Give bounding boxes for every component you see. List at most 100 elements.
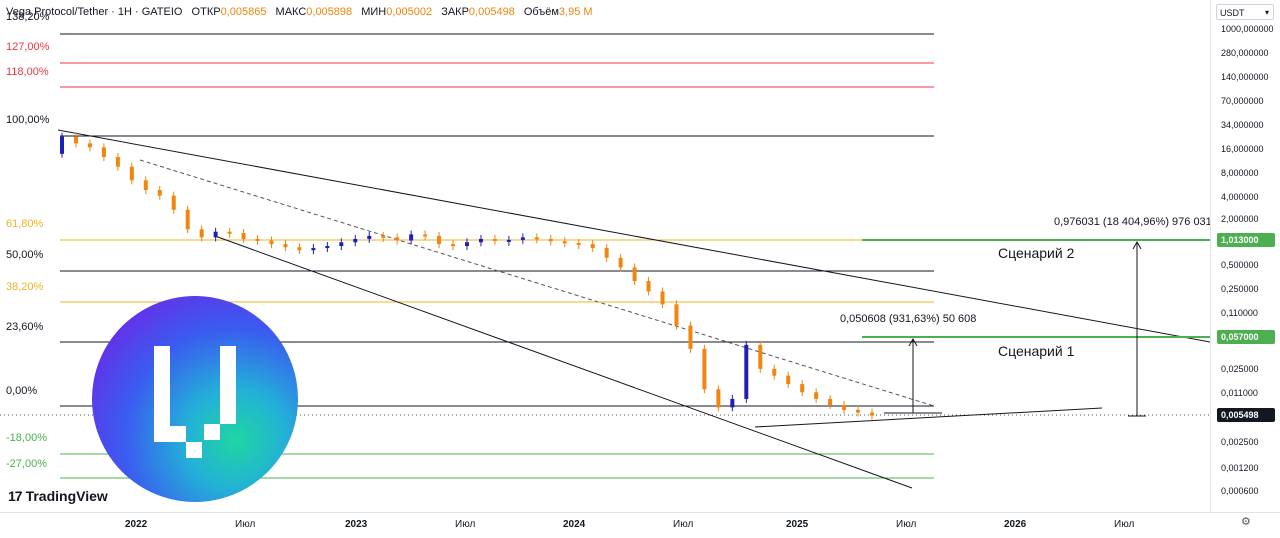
candle-body [115, 157, 120, 167]
candle-body [618, 257, 623, 268]
time-axis-label: Июл [673, 519, 693, 530]
price-axis-label: 16,000000 [1221, 144, 1264, 154]
support-trendline [754, 407, 1103, 428]
fib-label: 50,00% [6, 249, 44, 261]
chevron-down-icon: ▾ [1264, 8, 1269, 17]
tradingview-mark-icon: 17 [8, 488, 23, 504]
candle-body [269, 240, 274, 245]
measure-label-1: 0,050608 (931,63%) 50 608 [840, 313, 976, 325]
close-label: ЗАКР [441, 6, 469, 18]
price-axis-label: 4,000000 [1221, 192, 1259, 202]
candle-body [465, 242, 469, 247]
price-axis-label: 0,250000 [1221, 284, 1259, 294]
candle-body [772, 368, 777, 376]
high-value: 0,005898 [306, 6, 353, 18]
price-axis-label: 1000,000000 [1221, 24, 1274, 34]
price-axis-label: 0,025000 [1221, 364, 1259, 374]
candle-body [870, 412, 874, 416]
time-axis[interactable]: 2022 Июл 2023 Июл 2024 Июл 2025 Июл 2026 Июл [0, 512, 1280, 533]
fib-label: 61,80% [6, 218, 44, 230]
candle-body [60, 136, 64, 154]
price-axis-labels: 1000,000000 280,000000 140,000000 70,000000… [1217, 24, 1275, 496]
price-axis-label: 0,002500 [1221, 437, 1259, 447]
candle-body [800, 384, 805, 393]
candle-body [143, 180, 148, 190]
candle-body [409, 234, 414, 241]
price-axis-label: 8,000000 [1221, 168, 1259, 178]
time-axis-label: Июл [1114, 519, 1134, 530]
candle-body [367, 235, 372, 239]
candle-body [814, 392, 819, 399]
candle-body [437, 235, 442, 245]
gear-icon[interactable]: ⚙ [1241, 516, 1253, 528]
candle-body [492, 238, 497, 241]
price-mark-label: 0,057000 [1221, 332, 1259, 342]
candle-body [381, 235, 386, 238]
fib-label: -27,00% [6, 458, 47, 470]
volume-label: Объём [523, 6, 559, 18]
time-axis-labels: 2022 Июл 2023 Июл 2024 Июл 2025 Июл 2026 Июл [125, 519, 1134, 530]
candle-body [562, 241, 567, 244]
price-axis-label: 280,000000 [1221, 48, 1269, 58]
vega-protocol-logo [92, 296, 298, 502]
scenario-1-label: Сценарий 1 [998, 343, 1075, 359]
candle-body [590, 244, 595, 249]
time-axis-label: Июл [235, 519, 255, 530]
candle-body [171, 195, 176, 210]
candle-body [674, 304, 679, 326]
low-label: МИН [361, 6, 387, 18]
price-mark-label: 1,013000 [1221, 235, 1259, 245]
candle-body [325, 246, 330, 249]
price-axis-label: 140,000000 [1221, 72, 1269, 82]
price-axis[interactable]: 1000,000000 280,000000 140,000000 70,000000… [1210, 0, 1280, 512]
fib-label: 23,60% [6, 321, 44, 333]
symbol-title[interactable]: Vega Protocol/Tether · 1H · GATEIO [6, 6, 182, 18]
candle-body [548, 238, 553, 242]
price-mark-label: 0,005498 [1221, 410, 1259, 420]
fib-label: 0,00% [6, 385, 37, 397]
candle-body [227, 231, 232, 234]
candle-body [534, 237, 539, 240]
chart-legend: Vega Protocol/Tether · 1H · GATEIO ОТКР 0… [6, 6, 593, 18]
scenario-2-label: Сценарий 2 [998, 245, 1075, 261]
candle-body [213, 231, 218, 238]
candle-body [297, 247, 302, 251]
price-axis-label: 2,000000 [1221, 214, 1259, 224]
measure-label-2: 0,976031 (18 404,96%) 976 031 [1054, 216, 1210, 228]
candle-body [101, 147, 106, 158]
candle-body [423, 234, 428, 237]
candle-body [576, 243, 581, 246]
open-label: ОТКР [191, 6, 221, 18]
candle-body [87, 143, 92, 148]
currency-select-value: USDT [1220, 8, 1245, 18]
candle-body [842, 405, 847, 410]
candle-body [828, 398, 833, 406]
tradingview-logo[interactable]: 17 TradingView [8, 488, 108, 504]
candle-body [646, 281, 651, 292]
candle-body [702, 348, 707, 390]
volume-value: 3,95 M [558, 6, 593, 18]
candle-body [604, 248, 609, 258]
candle-body [353, 238, 358, 243]
candle-body [73, 136, 78, 144]
high-label: МАКС [275, 6, 307, 18]
candle-body [129, 166, 134, 181]
candle-body [632, 267, 637, 282]
candle-body [311, 248, 316, 251]
tradingview-logo-text: TradingView [25, 488, 108, 504]
price-axis-label: 0,011000 [1221, 388, 1258, 398]
candle-body [730, 398, 735, 408]
candle-body [506, 239, 511, 242]
price-axis-label: 34,000000 [1221, 120, 1264, 130]
candle-body [758, 344, 763, 369]
fib-label: 127,00% [6, 41, 50, 53]
currency-select[interactable]: USDT ▾ [1216, 4, 1274, 20]
time-axis-label: 2024 [563, 519, 586, 530]
candle-body [451, 244, 456, 247]
price-axis-label: 0,001200 [1221, 463, 1259, 473]
low-value: 0,005002 [386, 6, 433, 18]
time-axis-label: 2023 [345, 519, 368, 530]
fib-label: 100,00% [6, 114, 50, 126]
fib-label: -18,00% [6, 432, 47, 444]
candle-body [339, 242, 344, 247]
